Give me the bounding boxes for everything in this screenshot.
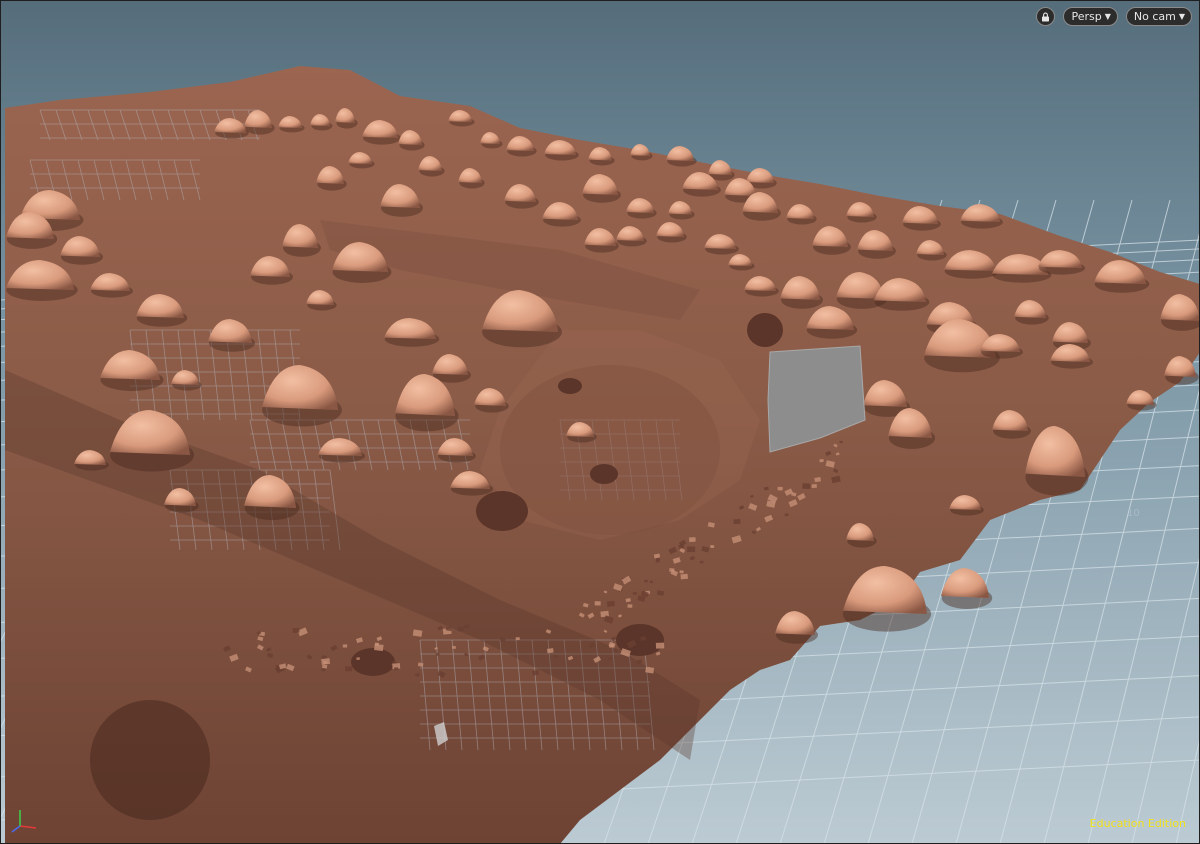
lock-icon [1042, 12, 1050, 21]
viewport-hud: Persp ▼ No cam ▼ [1036, 7, 1192, 26]
chevron-down-icon: ▼ [1178, 12, 1185, 21]
3d-viewport[interactable]: 10 Persp ▼ No cam ▼ Education Edition [0, 0, 1200, 844]
viewport-scene[interactable] [0, 0, 1200, 844]
edition-label: Education Edition [1089, 817, 1186, 830]
camera-menu-label: No cam [1133, 10, 1176, 23]
axes-gizmo-icon [11, 810, 37, 833]
camera-menu-button[interactable]: No cam ▼ [1125, 7, 1192, 26]
chevron-down-icon: ▼ [1104, 12, 1111, 21]
camera-lock-button[interactable] [1036, 7, 1056, 26]
grid-ruler-label: 10 [1127, 508, 1140, 519]
view-menu-label: Persp [1071, 10, 1102, 23]
view-menu-button[interactable]: Persp ▼ [1063, 7, 1118, 26]
